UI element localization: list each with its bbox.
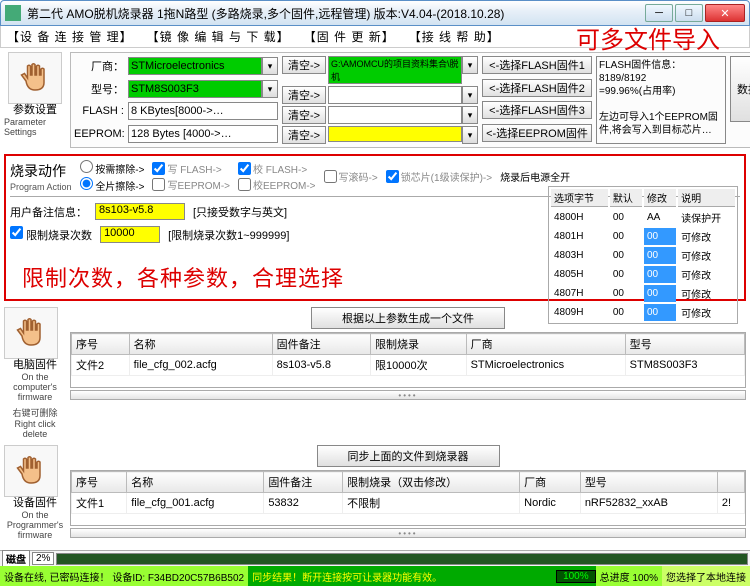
clear-button-3[interactable]: 清空-> xyxy=(282,106,326,124)
limit-count-chk[interactable]: 限制烧录次数 xyxy=(10,226,92,243)
splitter-2[interactable]: •••• xyxy=(70,528,746,538)
eeprom-size: 128 Bytes [4000->… xyxy=(128,125,278,143)
devfw-label: 设备固件 xyxy=(4,497,66,510)
flash-info-box: FLASH固件信息： 8189/8192 =99.96%(占用率) 左边可导入1… xyxy=(596,56,726,144)
params-icon[interactable] xyxy=(8,52,62,104)
table-row: 4800H00AA读保护开 xyxy=(551,209,735,226)
model-label: 型号： xyxy=(74,81,124,97)
limit-count-input[interactable]: 10000 xyxy=(100,226,160,243)
eeprom-label: EEPROM: xyxy=(74,128,124,140)
write-eeprom-chk[interactable]: 写EEPROM-> xyxy=(152,177,230,192)
table-row: 文件2file_cfg_002.acfg8s103-v5.8限10000次STM… xyxy=(72,355,745,376)
prog-title: 烧录动作 xyxy=(10,165,66,180)
option-bytes-table: 选项字节默认修改说明 4800H00AA读保护开 4801H0000可修改 48… xyxy=(548,186,738,324)
path-field-3[interactable] xyxy=(328,106,462,124)
vendor-combo[interactable]: STMicroelectronics xyxy=(128,57,262,75)
params-label: 参数设置 xyxy=(4,104,66,117)
cpufw-label: 电脑固件 xyxy=(4,359,66,372)
dropdown-icon[interactable]: ▾ xyxy=(462,56,478,74)
vendor-label: 厂商： xyxy=(74,58,124,74)
dropdown-icon[interactable]: ▾ xyxy=(462,126,478,144)
user-note-hint: [只接受数字与英文] xyxy=(193,204,287,220)
menu-firmware[interactable]: 【固 件 更 新】 xyxy=(304,28,395,45)
verify-eeprom-chk[interactable]: 校EEPROM-> xyxy=(238,177,316,192)
verify-flash-chk[interactable]: 校 FLASH-> xyxy=(238,161,316,176)
data-button[interactable]: 数据 xyxy=(730,56,750,122)
menu-device[interactable]: 【设 备 连 接 管 理】 xyxy=(7,28,133,45)
model-combo[interactable]: STM8S003F3 xyxy=(128,80,262,98)
prog-sub: Program Action xyxy=(10,182,72,192)
status-sync: 同步结果！断开连接按可让录器功能有效。 xyxy=(248,569,446,584)
device-files-table[interactable]: 序号名称固件备注限制烧录（双击修改）厂商型号 文件1file_cfg_001.a… xyxy=(71,471,745,514)
erase-radio-1[interactable]: 按需擦除-> xyxy=(80,160,145,176)
clear-button-2[interactable]: 清空-> xyxy=(282,86,326,104)
disk-pct: 2% xyxy=(32,552,54,565)
limit-count-hint: [限制烧录次数1~999999] xyxy=(168,227,289,243)
total-progress: 总进度 100% xyxy=(596,566,662,586)
table-row: 4801H0000可修改 xyxy=(551,228,735,245)
dropdown-icon[interactable]: ▾ xyxy=(262,80,278,98)
params-sub: Parameter Settings xyxy=(4,117,66,137)
rolling-code-chk[interactable]: 写滚码-> xyxy=(324,169,378,184)
user-note-input[interactable]: 8s103-v5.8 xyxy=(95,203,185,220)
table-row: 4809H0000可修改 xyxy=(551,304,735,321)
select-flash-1[interactable]: <-选择FLASH固件1 xyxy=(482,56,592,74)
generate-file-button[interactable]: 根据以上参数生成一个文件 xyxy=(311,307,505,329)
path-field-1[interactable]: G:\AMOMCU的项目资料集合\脱机 xyxy=(328,56,462,84)
splitter-1[interactable]: •••• xyxy=(70,390,746,400)
erase-radio-2[interactable]: 全片擦除-> xyxy=(80,177,145,193)
flash-label: FLASH : xyxy=(74,105,124,117)
devfw-icon[interactable] xyxy=(4,445,58,497)
clear-button-4[interactable]: 清空-> xyxy=(282,126,326,144)
top-config-panel: 厂商： STMicroelectronics▾ 型号： STM8S003F3▾ … xyxy=(70,52,750,148)
menu-image[interactable]: 【镜 像 编 辑 与 下 载】 xyxy=(147,28,290,45)
disk-bar xyxy=(56,553,748,565)
dropdown-icon[interactable]: ▾ xyxy=(462,86,478,104)
disk-label: 磁盘 xyxy=(2,550,30,567)
menu-wiring[interactable]: 【接 线 帮 助】 xyxy=(409,28,500,45)
status-bar: 磁盘 2% 设备在线, 已密码连接！ 设备ID: F34BD20C57B6B50… xyxy=(0,550,750,586)
conn-selected: 您选择了本地连接 xyxy=(662,566,750,586)
table-row: 文件1file_cfg_001.acfg53832不限制NordicnRF528… xyxy=(72,493,745,514)
table-row: 4805H0000可修改 xyxy=(551,266,735,283)
lock-chip-chk[interactable]: 锁芯片(1级读保护)-> xyxy=(386,169,492,184)
program-action-panel: 烧录动作 Program Action 按需擦除-> 全片擦除-> 写 FLAS… xyxy=(4,154,746,301)
dropdown-icon[interactable]: ▾ xyxy=(462,106,478,124)
select-eeprom[interactable]: <-选择EEPROM固件 xyxy=(482,124,592,142)
power-on-label: 烧录后电源全开 xyxy=(500,169,570,184)
window-title: 第二代 AMO脱机烧录器 1拖N路型 (多路烧录,多个固件,远程管理) 版本:V… xyxy=(27,5,645,22)
clear-button-1[interactable]: 清空-> xyxy=(282,56,326,74)
cpufw-icon[interactable] xyxy=(4,307,58,359)
path-field-4[interactable] xyxy=(328,126,462,142)
path-field-2[interactable] xyxy=(328,86,462,104)
progress-100: 100% xyxy=(556,570,596,583)
select-flash-3[interactable]: <-选择FLASH固件3 xyxy=(482,101,592,119)
select-flash-2[interactable]: <-选择FLASH固件2 xyxy=(482,79,592,97)
table-row: 4807H0000可修改 xyxy=(551,285,735,302)
write-flash-chk[interactable]: 写 FLASH-> xyxy=(152,161,230,176)
sync-files-button[interactable]: 同步上面的文件到烧录器 xyxy=(317,445,500,467)
dropdown-icon[interactable]: ▾ xyxy=(262,57,278,75)
user-note-label: 用户备注信息： xyxy=(10,204,87,220)
app-icon xyxy=(5,5,21,21)
status-device: 设备在线, 已密码连接！ 设备ID: F34BD20C57B6B502 xyxy=(0,566,248,586)
flash-size: 8 KBytes[8000->… xyxy=(128,102,278,120)
table-row: 4803H0000可修改 xyxy=(551,247,735,264)
computer-files-table[interactable]: 序号名称固件备注限制烧录厂商型号 文件2file_cfg_002.acfg8s1… xyxy=(71,333,745,376)
